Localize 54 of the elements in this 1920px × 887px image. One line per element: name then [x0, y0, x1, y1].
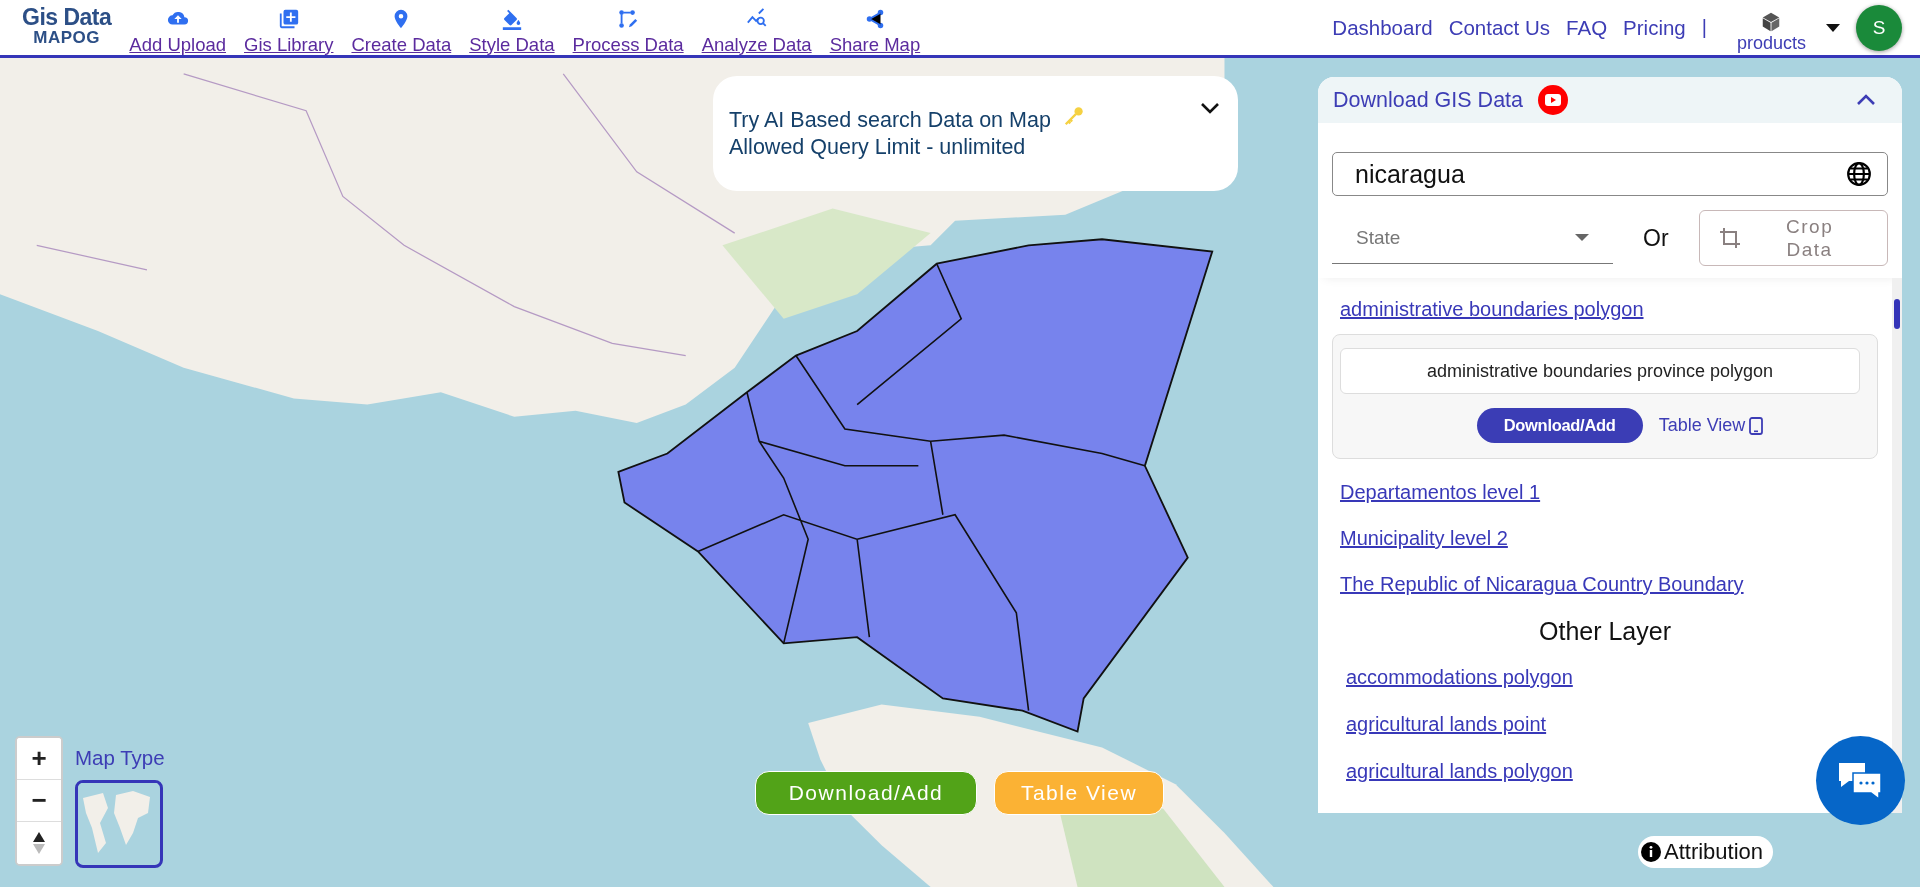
layer-link[interactable]: agricultural lands polygon — [1346, 760, 1573, 783]
state-dropdown[interactable]: State — [1332, 212, 1614, 264]
chevron-down-icon — [1200, 102, 1220, 114]
nav-link[interactable]: Gis Library — [244, 7, 334, 56]
scrollbar-thumb[interactable] — [1894, 299, 1900, 329]
paint-bucket-icon — [500, 7, 523, 30]
ai-search-title: Try AI Based search Data on Map — [729, 106, 1051, 134]
zoom-in-button[interactable]: + — [17, 738, 61, 780]
chevron-up-icon — [1856, 94, 1876, 106]
crop-data-button[interactable]: Crop Data — [1698, 210, 1888, 266]
add-layer-icon — [277, 7, 300, 30]
logo[interactable]: Gis Data MAPOG — [22, 5, 112, 46]
nav-link[interactable]: Style Data — [469, 7, 555, 56]
play-video-icon — [1538, 85, 1568, 115]
layer-link[interactable]: accommodations polygon — [1346, 666, 1573, 689]
key-icon — [1062, 105, 1085, 127]
layer-link[interactable]: The Republic of Nicaragua Country Boundary — [1340, 573, 1744, 596]
download-add-button[interactable]: Download/Add — [1476, 408, 1643, 443]
nav-link[interactable]: Share Map — [829, 7, 921, 56]
info-icon — [1641, 842, 1661, 862]
layer-title: administrative boundaries province polygon — [1340, 348, 1860, 394]
query-limit-text: Allowed Query Limit - unlimited — [729, 133, 1027, 161]
top-link[interactable]: FAQ — [1566, 15, 1608, 40]
world-map-icon — [78, 783, 158, 863]
section-heading: Other Layer — [1539, 617, 1671, 646]
top-link[interactable]: Dashboard — [1332, 15, 1433, 40]
map-type-thumbnail[interactable] — [75, 780, 163, 868]
search-field[interactable]: nicaragua — [1332, 152, 1888, 196]
layer-link[interactable]: Municipality level 2 — [1340, 527, 1508, 550]
attribution-button[interactable]: Attribution — [1638, 836, 1774, 868]
nav-link[interactable]: Process Data — [572, 7, 684, 56]
top-link[interactable]: Contact Us — [1448, 15, 1551, 40]
user-avatar[interactable]: S — [1856, 4, 1902, 51]
tablet-icon — [1749, 416, 1764, 435]
caret-down-icon — [1575, 234, 1590, 241]
separator: | — [1701, 16, 1707, 39]
globe-icon — [1846, 161, 1872, 187]
nodes-edit-icon — [617, 7, 640, 30]
products-menu[interactable]: products — [1736, 11, 1806, 54]
nav-link[interactable]: Analyze Data — [701, 7, 812, 56]
layer-link[interactable]: agricultural lands point — [1346, 713, 1547, 736]
caret-down-icon — [1826, 23, 1840, 32]
layer-link[interactable]: Departamentos level 1 — [1340, 481, 1541, 504]
crop-icon — [1717, 226, 1742, 250]
nav-link[interactable]: Add Upload — [129, 7, 226, 56]
panel-title: Download GIS Data — [1333, 87, 1523, 113]
map-type-label: Map Type — [75, 746, 165, 770]
layer-link[interactable]: administrative boundaries polygon — [1340, 298, 1644, 321]
or-label: Or — [1643, 224, 1669, 252]
scrollbar[interactable] — [1892, 278, 1902, 813]
compass-arrows-icon — [33, 832, 45, 854]
top-link[interactable]: Pricing — [1623, 15, 1686, 40]
nav-link[interactable]: Create Data — [351, 7, 452, 56]
table-view-link[interactable]: Table View — [1658, 415, 1764, 436]
